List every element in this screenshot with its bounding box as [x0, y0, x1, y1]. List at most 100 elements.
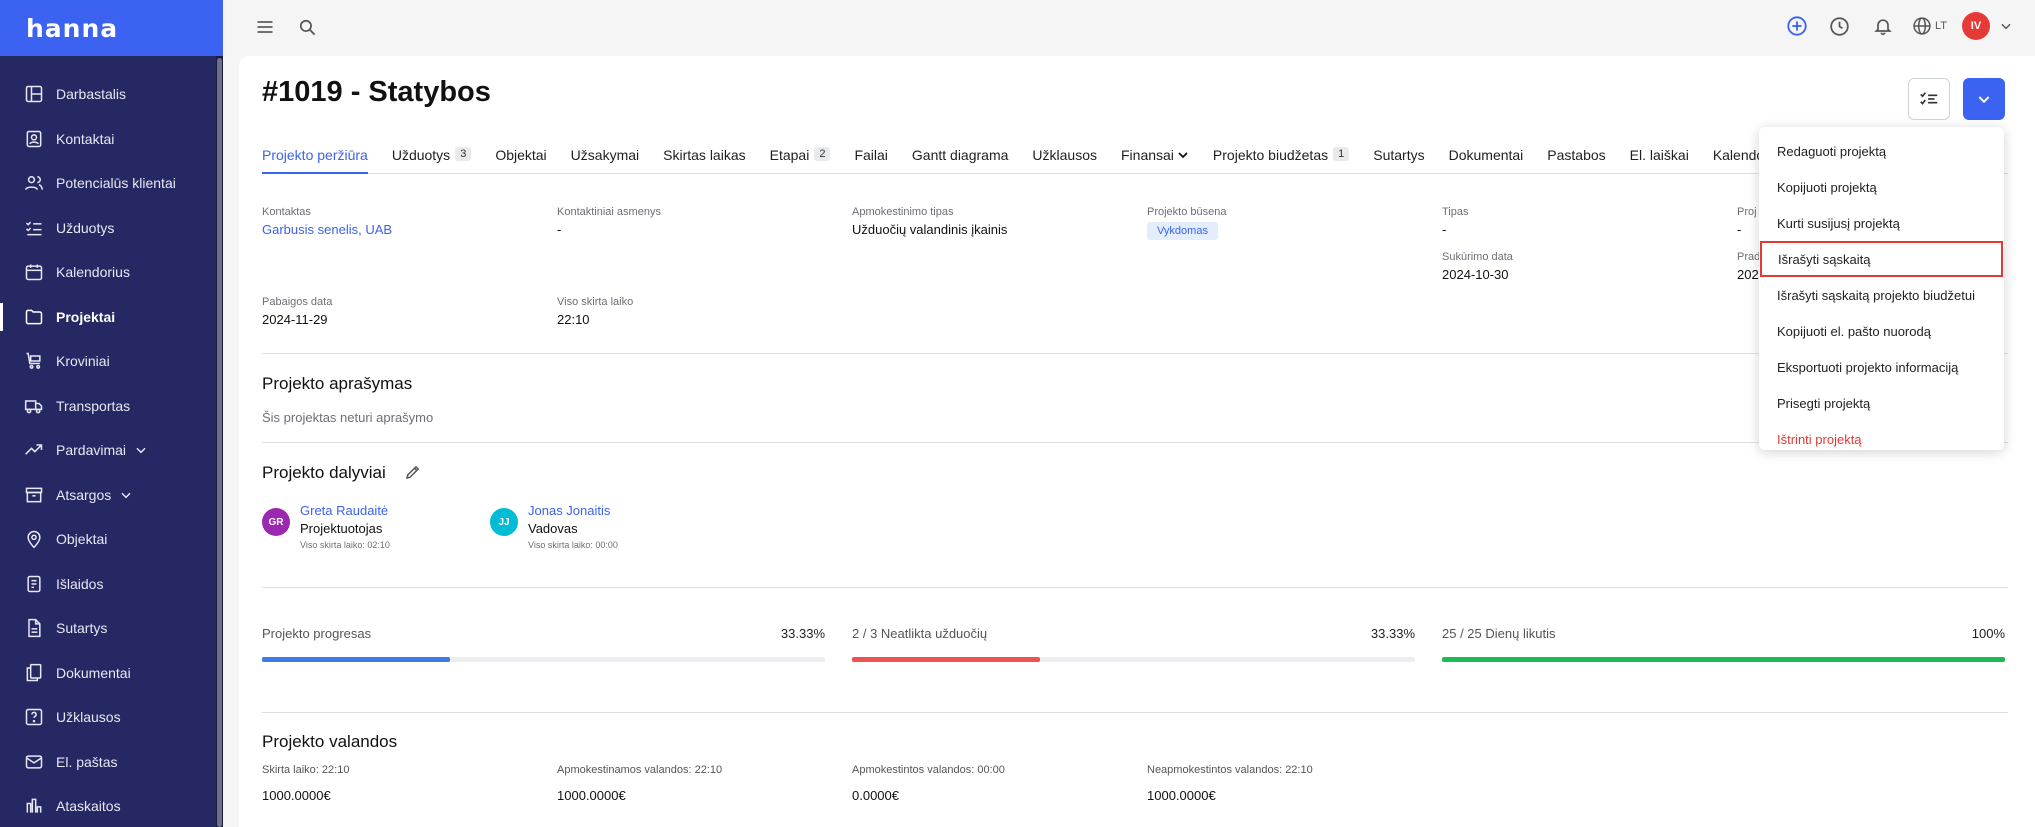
field-project-status: Projekto būsena Vykdomas	[1147, 206, 1227, 240]
tab-uzsakymai[interactable]: Užsakymai	[571, 144, 639, 174]
tab-label: Objektai	[495, 147, 547, 163]
tab-skirtas-laikas[interactable]: Skirtas laikas	[663, 144, 745, 174]
progress-label: 2 / 3 Neatlikta užduočių	[852, 626, 988, 641]
sidebar-item-kontaktai[interactable]: Kontaktai	[0, 117, 223, 162]
hours-col: Apmokestintos valandos: 00:00 0.0000€	[852, 764, 1005, 803]
sidebar-item-dokumentai[interactable]: Dokumentai	[0, 651, 223, 696]
notifications-button[interactable]	[1869, 12, 1897, 40]
reports-icon	[26, 798, 42, 813]
tab-pastabos[interactable]: Pastabos	[1547, 144, 1605, 174]
tab-el-laiskai[interactable]: El. laiškai	[1630, 144, 1689, 174]
actions-dropdown-button[interactable]	[1963, 78, 2005, 120]
menu-toggle-button[interactable]	[251, 13, 279, 41]
sidebar-item-uzduotys[interactable]: Užduotys	[0, 206, 223, 251]
tab-uzduotys[interactable]: Užduotys 3	[391, 144, 472, 174]
sidebar-item-atsargos[interactable]: Atsargos	[0, 473, 223, 518]
tab-uzklausos[interactable]: Užklausos	[1032, 144, 1097, 174]
edit-icon[interactable]	[404, 463, 422, 481]
document-icon	[28, 619, 41, 638]
sidebar-item-potencialus-klientai[interactable]: Potencialūs klientai	[0, 161, 223, 206]
sidebar-item-ataskaitos[interactable]: Ataskaitos	[0, 784, 223, 827]
menu-item-issue-budget-invoice[interactable]: Išrašyti sąskaitą projekto biudžetui	[1759, 277, 2004, 313]
sidebar-item-label: Objektai	[56, 531, 108, 548]
field-value: Užduočių valandinis įkainis	[852, 222, 1008, 237]
menu-item-delete-project[interactable]: Ištrinti projektą	[1759, 421, 2004, 457]
participant-role: Vadovas	[528, 521, 578, 536]
sidebar-item-kroviniai[interactable]: Kroviniai	[0, 339, 223, 384]
tab-projekto-biudzetas[interactable]: Projekto biudžetas 1	[1213, 144, 1350, 174]
tab-dokumentai[interactable]: Dokumentai	[1449, 144, 1524, 174]
tab-label: Dokumentai	[1448, 147, 1524, 163]
tab-gantt-diagrama[interactable]: Gantt diagrama	[912, 144, 1009, 174]
sidebar-item-label: Pardavimai	[56, 442, 127, 459]
search-button[interactable]	[293, 13, 321, 41]
hours-col: Neapmokestintos valandos: 22:10 1000.000…	[1147, 764, 1313, 803]
documents-icon	[26, 663, 42, 681]
tab-finansai[interactable]: Finansai	[1121, 144, 1189, 174]
trending-icon	[25, 444, 43, 455]
sidebar-item-islaidos[interactable]: Išlaidos	[0, 562, 223, 607]
field-label: Pabaigos data	[262, 296, 333, 308]
participant-name-link[interactable]: Jonas Jonaitis	[528, 503, 618, 518]
topbar: LT IV	[223, 0, 2035, 54]
language-switcher[interactable]: LT	[1912, 16, 1947, 36]
tab-label: Failai	[854, 147, 888, 163]
tab-label: Užduotys	[391, 147, 451, 163]
sidebar-item-kalendorius[interactable]: Kalendorius	[0, 250, 223, 295]
sidebar-item-label: El. paštas	[56, 753, 118, 770]
app-logo[interactable]: hanna	[0, 0, 223, 56]
menu-item-export-project-info[interactable]: Eksportuoti projekto informaciją	[1759, 349, 2004, 385]
avatar: JJ	[490, 508, 518, 536]
tab-label: Užklausos	[1032, 147, 1097, 163]
status-badge: Vykdomas	[1147, 222, 1218, 240]
tab-failai[interactable]: Failai	[854, 144, 887, 174]
question-icon	[25, 709, 43, 726]
map-pin-icon	[27, 531, 41, 549]
sidebar-scrollbar-thumb[interactable]	[217, 58, 222, 827]
sidebar-item-objektai[interactable]: Objektai	[0, 517, 223, 562]
tab-label: Užsakymai	[570, 147, 640, 163]
participant: GR Greta Raudaitė Projektuotojas Viso sk…	[262, 503, 390, 550]
field-total-time: Viso skirta laiko 22:10	[557, 296, 633, 327]
hours-col: Skirta laiko: 22:10 1000.0000€	[262, 764, 349, 803]
tab-label: Pastabos	[1547, 147, 1606, 163]
tab-sutartys[interactable]: Sutartys	[1373, 144, 1424, 174]
project-actions-menu: Redaguoti projektą Kopijuoti projektą Ku…	[1759, 127, 2004, 450]
sidebar-item-darbastalis[interactable]: Darbastalis	[0, 72, 223, 117]
tab-projekto-perziura[interactable]: Projekto peržiūra	[262, 144, 368, 174]
sidebar-item-el-pastas[interactable]: El. paštas	[0, 740, 223, 785]
menu-item-copy-email-link[interactable]: Kopijuoti el. pašto nuorodą	[1759, 313, 2004, 349]
menu-item-issue-invoice[interactable]: Išrašyti sąskaitą	[1760, 241, 2003, 277]
add-button[interactable]	[1783, 12, 1811, 40]
field-cut-2: Prad 202	[1737, 251, 1760, 282]
tab-label: Etapai	[769, 147, 810, 163]
user-avatar[interactable]: IV	[1962, 12, 1990, 40]
sidebar-item-uzklausos[interactable]: Užklausos	[0, 695, 223, 740]
hours-amount: 1000.0000€	[1147, 788, 1216, 803]
contact-link[interactable]: Garbusis senelis, UAB	[262, 222, 392, 237]
field-created-date: Sukūrimo data 2024-10-30	[1442, 251, 1513, 282]
menu-item-create-related-project[interactable]: Kurti susijusį projektą	[1759, 205, 2004, 241]
sidebar-item-sutartys[interactable]: Sutartys	[0, 606, 223, 651]
time-tracker-button[interactable]	[1826, 12, 1854, 40]
tab-label: Sutartys	[1373, 147, 1425, 163]
participant-hours: Viso skirta laiko: 00:00	[528, 540, 618, 550]
truck-icon	[24, 400, 43, 414]
sidebar-item-transportas[interactable]: Transportas	[0, 384, 223, 429]
progress-days: 25 / 25 Dienų likutis 100%	[1442, 626, 2005, 662]
tab-objektai[interactable]: Objektai	[495, 144, 546, 174]
sidebar-item-pardavimai[interactable]: Pardavimai	[0, 428, 223, 473]
sidebar-item-label: Darbastalis	[56, 86, 127, 103]
checklist-button[interactable]	[1908, 78, 1950, 120]
progress-track	[262, 657, 825, 662]
sidebar-item-projektai[interactable]: Projektai	[0, 295, 223, 340]
field-value: -	[1442, 222, 1447, 237]
chevron-down-icon[interactable]	[1999, 19, 2013, 33]
menu-item-pin-project[interactable]: Prisegti projektą	[1759, 385, 2004, 421]
menu-item-copy-project[interactable]: Kopijuoti projektą	[1759, 169, 2004, 205]
participant-name-link[interactable]: Greta Raudaitė	[300, 503, 390, 518]
menu-item-edit-project[interactable]: Redaguoti projektą	[1759, 133, 2004, 169]
tab-etapai[interactable]: Etapai 2	[770, 144, 831, 174]
cart-icon	[26, 353, 41, 370]
field-value: 2024-11-29	[262, 312, 328, 327]
